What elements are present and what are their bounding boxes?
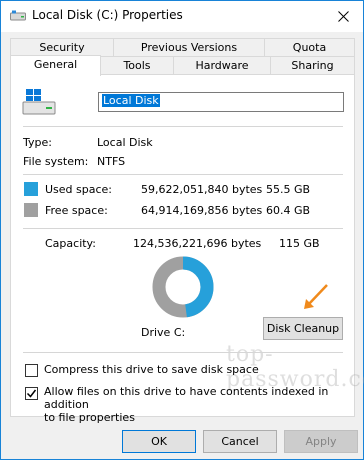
type-value: Local Disk	[97, 136, 153, 149]
cancel-button[interactable]: Cancel	[203, 430, 277, 453]
tab-hardware[interactable]: Hardware	[173, 56, 271, 75]
divider	[23, 126, 343, 127]
close-button[interactable]	[329, 4, 357, 28]
ok-button[interactable]: OK	[122, 430, 196, 453]
used-space-swatch	[24, 182, 38, 196]
annotation-arrow-icon	[304, 284, 328, 309]
free-space-gb: 60.4 GB	[266, 204, 311, 217]
capacity-gb: 115 GB	[279, 237, 320, 250]
capacity-bytes: 124,536,221,696 bytes	[133, 237, 262, 250]
used-space-gb: 55.5 GB	[266, 183, 311, 196]
capacity-label: Capacity:	[45, 237, 96, 250]
index-label-line1: Allow files on this drive to have conten…	[44, 385, 329, 411]
tab-previous-versions[interactable]: Previous Versions	[113, 38, 265, 57]
tab-sharing[interactable]: Sharing	[270, 56, 355, 75]
used-space-label: Used space:	[45, 183, 113, 196]
free-space-bytes: 64,914,169,856 bytes	[141, 204, 263, 217]
tab-tools[interactable]: Tools	[100, 56, 174, 75]
general-panel: Local Disk Type: Local Disk File system:…	[10, 74, 364, 424]
index-label: Allow files on this drive to have conten…	[44, 385, 354, 424]
drive-name-text: Local Disk	[102, 94, 160, 107]
filesystem-value: NTFS	[97, 155, 126, 168]
filesystem-label: File system:	[23, 155, 89, 168]
divider	[23, 174, 343, 175]
divider	[23, 352, 343, 353]
drive-icon	[10, 10, 26, 21]
type-label: Type:	[23, 136, 52, 149]
free-space-swatch	[24, 203, 38, 217]
disk-usage-donut	[152, 256, 214, 318]
drive-name-input[interactable]: Local Disk	[98, 92, 344, 112]
tab-quota[interactable]: Quota	[264, 38, 355, 57]
index-label-line2: to file properties	[44, 411, 135, 424]
properties-window: Local Disk (C:) Properties Security Prev…	[0, 0, 364, 460]
compress-label: Compress this drive to save disk space	[44, 363, 259, 376]
tab-general[interactable]: General	[10, 55, 101, 76]
used-space-bytes: 59,622,051,840 bytes	[141, 183, 263, 196]
window-title: Local Disk (C:) Properties	[32, 8, 183, 22]
free-space-label: Free space:	[45, 204, 108, 217]
apply-button[interactable]: Apply	[284, 430, 358, 453]
drive-label: Drive C:	[141, 326, 186, 339]
disk-cleanup-button[interactable]: Disk Cleanup	[263, 317, 343, 340]
checkmark-icon	[26, 389, 37, 398]
windows-drive-icon	[22, 89, 56, 115]
compress-checkbox[interactable]	[25, 364, 38, 377]
close-icon	[337, 10, 349, 22]
divider	[23, 228, 343, 229]
title-bar: Local Disk (C:) Properties	[1, 1, 363, 32]
index-checkbox[interactable]	[25, 387, 38, 400]
